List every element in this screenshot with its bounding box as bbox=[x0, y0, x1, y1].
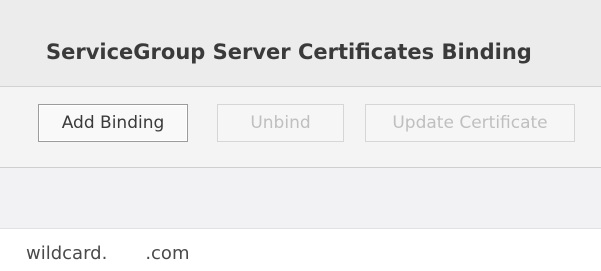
panel-header: ServiceGroup Server Certificates Binding bbox=[0, 0, 601, 87]
certificate-name-suffix: .com bbox=[145, 243, 190, 264]
toolbar: Add Binding Unbind Update Certificate bbox=[0, 87, 601, 168]
table-row[interactable]: wildcard. .com bbox=[26, 243, 189, 264]
certificate-name-prefix: wildcard. bbox=[26, 243, 108, 264]
unbind-button[interactable]: Unbind bbox=[217, 104, 344, 142]
update-certificate-button[interactable]: Update Certificate bbox=[365, 104, 575, 142]
page-title: ServiceGroup Server Certificates Binding bbox=[46, 40, 532, 64]
table-header-row bbox=[0, 168, 601, 229]
add-binding-button[interactable]: Add Binding bbox=[38, 104, 188, 142]
